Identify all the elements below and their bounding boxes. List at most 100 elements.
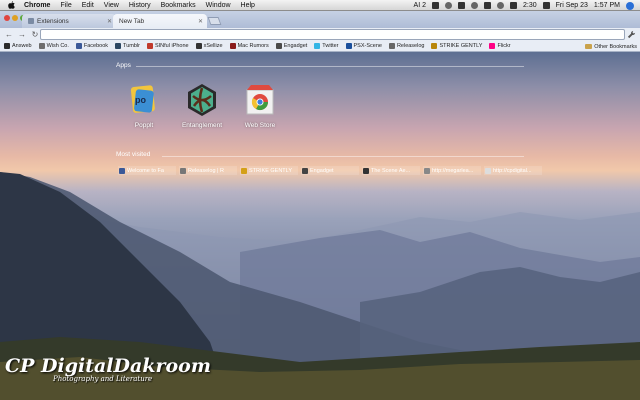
bookmark-item[interactable]: Facebook [75, 43, 108, 49]
menu-file[interactable]: File [60, 2, 71, 9]
volume-icon[interactable] [510, 2, 517, 9]
favicon-icon [146, 43, 153, 49]
close-tab-icon[interactable]: ✕ [107, 18, 112, 25]
bookmark-item[interactable]: xSellize [195, 43, 223, 49]
menu-history[interactable]: History [129, 2, 151, 9]
clock-time[interactable]: 1:57 PM [594, 2, 620, 9]
back-arrow-icon[interactable]: ← [5, 30, 13, 39]
bookmark-label: Twitter [322, 43, 339, 49]
most-visited-tile[interactable]: The Scene Ae... [362, 166, 420, 175]
bookmark-label: Engadget [283, 43, 308, 49]
watermark-title: CP DigitalDakroom [5, 355, 211, 377]
tile-label: Releaselog | R [188, 167, 224, 174]
dropbox-icon[interactable] [458, 2, 465, 9]
bookmark-label: Wish Co. [46, 43, 69, 49]
app-entanglement[interactable]: Entanglement [172, 82, 232, 129]
tile-label: http://cpdigital... [493, 167, 532, 174]
most-visited-divider [162, 156, 524, 157]
landscape-background [0, 172, 640, 400]
favicon-icon [38, 43, 45, 49]
bluetooth-icon[interactable] [484, 2, 491, 9]
most-visited-tile[interactable]: http://cpdigital... [484, 166, 542, 175]
puzzle-icon [28, 18, 34, 24]
most-visited-tile[interactable]: STRIKE GENTLY [240, 166, 298, 175]
most-visited-tile[interactable]: Releaselog | R [179, 166, 237, 175]
wrench-icon[interactable] [627, 30, 636, 39]
tumblr-icon [115, 43, 122, 49]
menu-chrome[interactable]: Chrome [24, 2, 50, 9]
gmail-status-icon[interactable] [432, 2, 439, 9]
bookmark-item[interactable]: Releaselog [388, 43, 424, 49]
clock-date[interactable]: Fri Sep 23 [556, 2, 588, 9]
tab-extensions[interactable]: Extensions ✕ [22, 14, 116, 28]
tile-label: STRIKE GENTLY [249, 167, 292, 174]
app-label: Popplt [134, 122, 154, 129]
other-bookmarks-label: Other Bookmarks [594, 43, 637, 50]
tab-new-tab[interactable]: New Tab ✕ [113, 14, 207, 28]
battery-status[interactable]: 2:30 [523, 2, 537, 9]
twitter-icon [314, 43, 321, 49]
bookmark-item[interactable]: Flickr [489, 43, 511, 49]
app-label: Web Store [244, 122, 276, 129]
new-tab-page: Apps po Popplt Entanglement Web Store Mo… [0, 52, 640, 400]
svg-text:po: po [135, 95, 146, 105]
bookmark-item[interactable]: Twitter [314, 43, 339, 49]
web-store-icon [246, 85, 274, 115]
bookmark-item[interactable]: PSX-Scene [345, 43, 382, 49]
bookmark-item[interactable]: Mac Rumors [229, 43, 269, 49]
favicon-icon [119, 167, 125, 174]
favicon-icon [4, 43, 10, 49]
most-visited-tile[interactable]: Welcome to Fa [118, 166, 176, 175]
new-tab-button[interactable] [207, 17, 222, 25]
most-visited-tile[interactable]: Engadget [301, 166, 359, 175]
bookmark-label: xSellize [203, 43, 223, 49]
most-visited-tile[interactable]: http://megarlea... [423, 166, 481, 175]
favicon-icon [485, 167, 491, 174]
menu-view[interactable]: View [104, 2, 119, 9]
entanglement-icon [188, 84, 216, 116]
minimize-window-icon[interactable] [12, 15, 18, 21]
bookmark-item[interactable]: Tumblr [115, 43, 140, 49]
bookmark-label: Answeb [12, 43, 32, 49]
close-tab-icon[interactable]: ✕ [198, 18, 203, 25]
bookmark-item[interactable]: Answeb [4, 43, 32, 49]
apps-section-title: Apps [116, 62, 131, 69]
app-web-store[interactable]: Web Store [230, 82, 290, 129]
reload-icon[interactable]: ↻ [31, 30, 39, 39]
favicon-icon [241, 167, 247, 174]
most-visited-row: Welcome to Fa Releaselog | R STRIKE GENT… [118, 166, 542, 175]
menu-bookmarks[interactable]: Bookmarks [161, 2, 196, 9]
bookmark-label: PSX-Scene [353, 43, 382, 49]
time-machine-icon[interactable] [471, 2, 478, 9]
bookmark-label: Tumblr [123, 43, 140, 49]
photographer-watermark: CP DigitalDakroom Photography and Litera… [5, 355, 211, 383]
menu-edit[interactable]: Edit [82, 2, 94, 9]
wifi-icon[interactable] [497, 2, 504, 9]
favicon-icon [431, 43, 438, 49]
adobe-status[interactable]: AI 2 [414, 2, 426, 9]
omnibox-input[interactable] [40, 29, 625, 40]
browser-toolbar: ← → ↻ [0, 28, 640, 41]
flag-icon[interactable] [542, 2, 550, 9]
spotlight-icon[interactable] [626, 1, 634, 10]
tile-label: Engadget [310, 167, 334, 174]
apple-icon[interactable] [8, 1, 16, 9]
facebook-icon [75, 43, 82, 49]
favicon-icon [345, 43, 352, 49]
other-bookmarks-button[interactable]: Other Bookmarks [585, 41, 637, 51]
folder-icon [585, 44, 593, 49]
forward-arrow-icon[interactable]: → [18, 30, 26, 39]
menu-help[interactable]: Help [241, 2, 255, 9]
favicon-icon [275, 43, 282, 49]
app-popplt[interactable]: po Popplt [114, 82, 174, 129]
sync-icon[interactable] [445, 2, 452, 9]
close-window-icon[interactable] [4, 15, 10, 21]
favicon-icon [229, 43, 236, 49]
bookmark-item[interactable]: Engadget [275, 43, 308, 49]
bookmark-item[interactable]: STRIKE GENTLY [431, 43, 482, 49]
bookmark-item[interactable]: SINful iPhone [146, 43, 189, 49]
menu-window[interactable]: Window [206, 2, 231, 9]
tab-label: New Tab [119, 17, 145, 25]
menu-extras: AI 2 2:30 Fri Sep 23 1:57 PM [414, 0, 634, 11]
bookmark-item[interactable]: Wish Co. [38, 43, 69, 49]
